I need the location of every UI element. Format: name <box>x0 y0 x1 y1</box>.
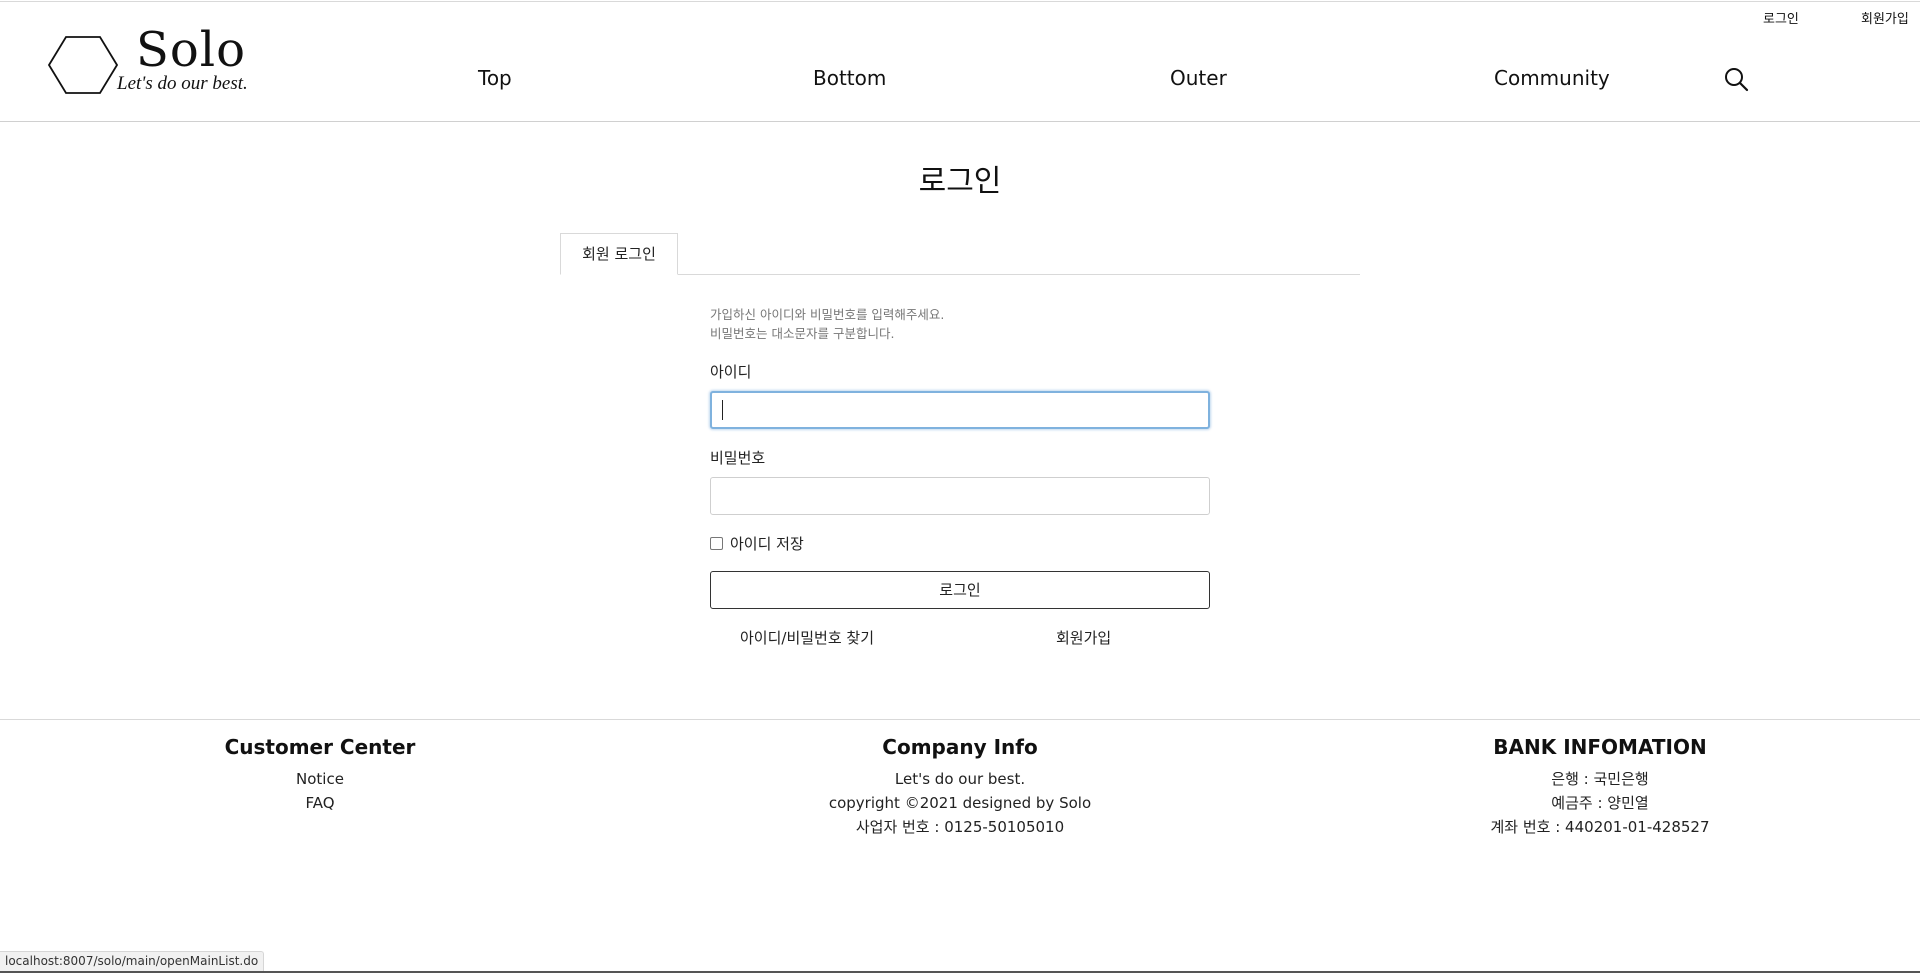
save-id-label: 아이디 저장 <box>730 535 804 553</box>
text-caret <box>722 400 723 420</box>
tab-member-login[interactable]: 회원 로그인 <box>560 233 678 275</box>
search-icon[interactable] <box>1723 66 1749 92</box>
id-label: 아이디 <box>710 363 752 381</box>
footer-company-info: Company Info Let's do our best. copyrigh… <box>790 735 1130 839</box>
bank-line: 예금주 : 양민열 <box>1551 794 1649 812</box>
nav-item-bottom[interactable]: Bottom <box>813 66 886 90</box>
top-login-link[interactable]: 로그인 <box>1763 8 1799 27</box>
notice-link[interactable]: Notice <box>200 767 440 791</box>
find-id-password-link[interactable]: 아이디/비밀번호 찾기 <box>740 627 874 648</box>
login-guide: 가입하신 아이디와 비밀번호를 입력해주세요. 비밀번호는 대소문자를 구분합니… <box>710 305 944 343</box>
faq-link[interactable]: FAQ <box>200 791 440 815</box>
id-input[interactable] <box>710 391 1210 429</box>
company-line: 사업자 번호 : 0125-50105010 <box>855 818 1065 836</box>
footer-bank-info: BANK INFOMATION 은행 : 국민은행 예금주 : 양민열 계좌 번… <box>1460 735 1740 839</box>
password-input[interactable] <box>710 477 1210 515</box>
guide-line: 비밀번호는 대소문자를 구분합니다. <box>710 326 895 341</box>
hexagon-logo-icon <box>48 36 118 94</box>
save-id-checkbox[interactable]: 아이디 저장 <box>710 533 804 554</box>
top-signup-link[interactable]: 회원가입 <box>1861 8 1909 27</box>
guide-line: 가입하신 아이디와 비밀번호를 입력해주세요. <box>710 307 945 322</box>
tab-divider <box>560 274 1360 275</box>
checkbox-box[interactable] <box>710 537 723 550</box>
footer-heading: Company Info <box>882 735 1038 759</box>
password-label: 비밀번호 <box>710 449 766 467</box>
nav-item-outer[interactable]: Outer <box>1170 66 1227 90</box>
page-title: 로그인 <box>918 164 1002 199</box>
nav-item-community[interactable]: Community <box>1494 66 1610 90</box>
bank-line: 계좌 번호 : 440201-01-428527 <box>1490 818 1710 836</box>
logo[interactable]: Solo Let's do our best. <box>48 22 298 97</box>
nav-item-top[interactable]: Top <box>478 66 512 90</box>
logo-tagline: Let's do our best. <box>117 73 248 94</box>
footer-heading: BANK INFOMATION <box>1493 735 1707 759</box>
footer-heading: Customer Center <box>224 735 416 759</box>
site-header: Solo Let's do our best. Top Bottom Outer… <box>0 0 1920 122</box>
footer-customer-center: Customer Center Notice FAQ <box>200 735 440 815</box>
footer-divider <box>0 719 1920 720</box>
browser-status-bar: localhost:8007/solo/main/openMainList.do <box>0 951 265 971</box>
logo-name: Solo <box>136 22 247 78</box>
bank-line: 은행 : 국민은행 <box>1551 770 1649 788</box>
login-button[interactable]: 로그인 <box>710 571 1210 609</box>
company-line: Let's do our best. <box>894 770 1026 788</box>
company-line: copyright ©2021 designed by Solo <box>828 794 1092 812</box>
signup-link[interactable]: 회원가입 <box>1056 627 1111 648</box>
